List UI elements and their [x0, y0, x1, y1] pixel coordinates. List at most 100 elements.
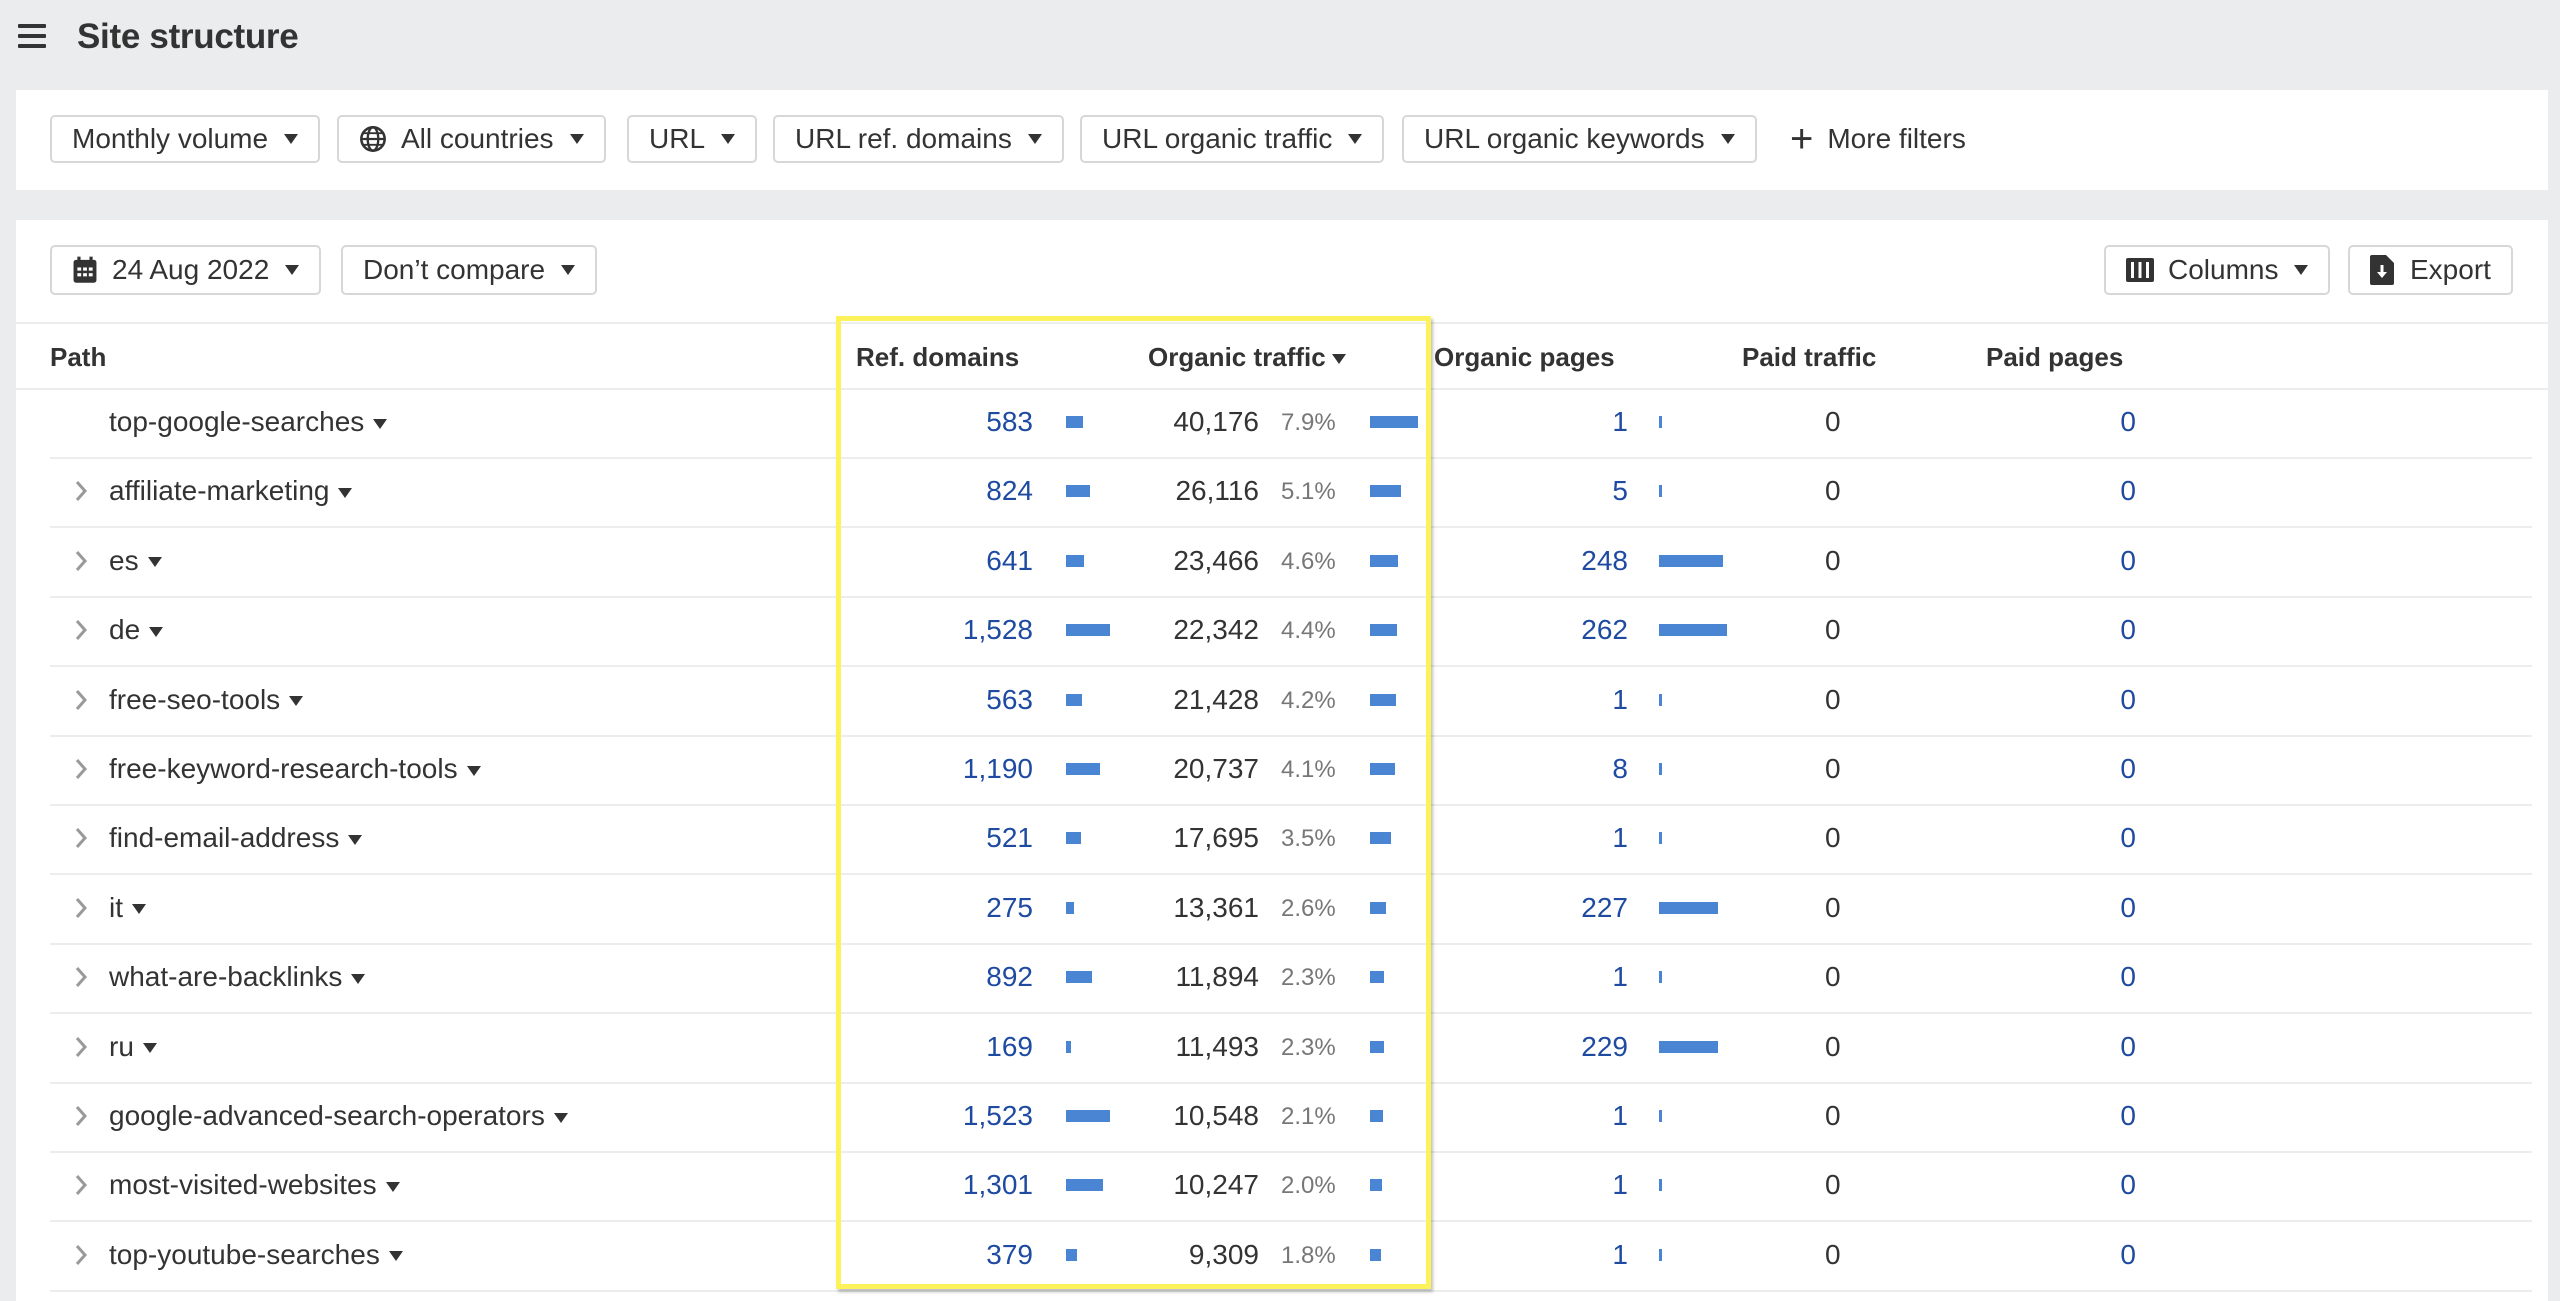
paid-pages-value[interactable]: 0: [2120, 1031, 2136, 1063]
chevron-right-icon[interactable]: [74, 1104, 88, 1128]
chevron-right-icon[interactable]: [74, 688, 88, 712]
organic-pages-value[interactable]: 5: [1612, 475, 1628, 507]
chevron-right-icon[interactable]: [74, 965, 88, 989]
path-link[interactable]: ru: [109, 1031, 157, 1063]
filter-all-countries[interactable]: All countries: [337, 115, 606, 163]
chevron-down-icon[interactable]: [142, 1043, 157, 1054]
filter-url-organic-keywords[interactable]: URL organic keywords: [1402, 115, 1757, 163]
ref-domains-value[interactable]: 1,301: [963, 1169, 1033, 1201]
chevron-down-icon[interactable]: [388, 1251, 403, 1262]
hamburger-menu-icon[interactable]: [18, 24, 46, 48]
paid-pages-value[interactable]: 0: [2120, 406, 2136, 438]
chevron-right-icon[interactable]: [74, 896, 88, 920]
organic-pages-value[interactable]: 8: [1612, 753, 1628, 785]
path-link[interactable]: google-advanced-search-operators: [109, 1100, 568, 1132]
ref-domains-value[interactable]: 583: [986, 406, 1033, 438]
path-link[interactable]: free-keyword-research-tools: [109, 753, 481, 785]
path-link[interactable]: affiliate-marketing: [109, 475, 353, 507]
path-link[interactable]: es: [109, 545, 162, 577]
organic-pages-value[interactable]: 1: [1612, 822, 1628, 854]
ref-domains-value[interactable]: 1,528: [963, 614, 1033, 646]
filter-url-ref-domains[interactable]: URL ref. domains: [773, 115, 1064, 163]
paid-pages-value[interactable]: 0: [2120, 753, 2136, 785]
column-header-organic-traffic[interactable]: Organic traffic: [1148, 342, 1346, 373]
ref-domains-value[interactable]: 563: [986, 684, 1033, 716]
export-button[interactable]: Export: [2348, 245, 2513, 295]
column-header-organic-pages[interactable]: Organic pages: [1434, 342, 1615, 373]
paid-pages-value[interactable]: 0: [2120, 1100, 2136, 1132]
columns-button[interactable]: Columns: [2104, 245, 2331, 295]
chevron-down-icon[interactable]: [338, 488, 353, 498]
column-header-paid-pages[interactable]: Paid pages: [1986, 342, 2123, 373]
ref-domains-value[interactable]: 521: [986, 822, 1033, 854]
ref-domains-bar: [1066, 554, 1084, 567]
organic-pages-value[interactable]: 1: [1612, 1169, 1628, 1201]
paid-pages-value[interactable]: 0: [2120, 892, 2136, 924]
organic-traffic-value: 11,894: [1175, 961, 1259, 993]
ref-domains-value[interactable]: 1,190: [963, 753, 1033, 785]
path-link[interactable]: top-google-searches: [109, 406, 388, 438]
ref-domains-bar: [1066, 832, 1081, 845]
path-link[interactable]: find-email-address: [109, 822, 363, 854]
path-link[interactable]: most-visited-websites: [109, 1169, 400, 1201]
chevron-down-icon[interactable]: [553, 1112, 568, 1123]
organic-pages-value[interactable]: 229: [1581, 1031, 1628, 1063]
path-link[interactable]: what-are-backlinks: [109, 961, 366, 993]
paid-pages-value[interactable]: 0: [2120, 545, 2136, 577]
organic-pages-value[interactable]: 248: [1581, 545, 1628, 577]
chevron-down-icon[interactable]: [132, 904, 146, 915]
path-link[interactable]: free-seo-tools: [109, 684, 304, 716]
chevron-down-icon[interactable]: [289, 696, 304, 707]
ref-domains-value[interactable]: 275: [986, 892, 1033, 924]
paid-pages-value[interactable]: 0: [2120, 475, 2136, 507]
filter-url[interactable]: URL: [627, 115, 758, 163]
organic-pages-value[interactable]: 1: [1612, 1100, 1628, 1132]
paid-pages-value[interactable]: 0: [2120, 822, 2136, 854]
organic-traffic-bar: [1370, 1248, 1381, 1261]
chevron-down-icon[interactable]: [385, 1182, 400, 1192]
ref-domains-value[interactable]: 169: [986, 1031, 1033, 1063]
column-header-ref-domains[interactable]: Ref. domains: [856, 342, 1019, 373]
chevron-down-icon[interactable]: [351, 973, 366, 984]
organic-pages-value[interactable]: 1: [1612, 961, 1628, 993]
date-picker-button[interactable]: 24 Aug 2022: [50, 245, 322, 295]
filter-url-organic-traffic[interactable]: URL organic traffic: [1080, 115, 1385, 163]
organic-pages-value[interactable]: 1: [1612, 684, 1628, 716]
chevron-down-icon[interactable]: [348, 835, 363, 845]
organic-pages-value[interactable]: 1: [1612, 406, 1628, 438]
chevron-down-icon[interactable]: [149, 626, 164, 637]
chevron-right-icon[interactable]: [74, 757, 88, 781]
chevron-down-icon[interactable]: [373, 418, 388, 429]
chevron-right-icon[interactable]: [74, 826, 88, 850]
more-filters-button[interactable]: + More filters: [1790, 115, 1966, 163]
paid-pages-value[interactable]: 0: [2120, 684, 2136, 716]
path-link[interactable]: it: [109, 892, 146, 924]
compare-dropdown[interactable]: Don’t compare: [341, 245, 598, 295]
ref-domains-value[interactable]: 892: [986, 961, 1033, 993]
chevron-down-icon[interactable]: [466, 765, 481, 776]
path-link[interactable]: de: [109, 614, 164, 646]
chevron-right-icon[interactable]: [74, 479, 88, 503]
paid-traffic-value: 0: [1825, 544, 1841, 576]
chevron-right-icon[interactable]: [74, 618, 88, 642]
chevron-right-icon[interactable]: [74, 1173, 88, 1197]
chevron-right-icon[interactable]: [74, 549, 88, 573]
ref-domains-value[interactable]: 1,523: [963, 1100, 1033, 1132]
path-link[interactable]: top-youtube-searches: [109, 1239, 403, 1271]
column-header-path[interactable]: Path: [50, 342, 106, 373]
ref-domains-value[interactable]: 824: [986, 475, 1033, 507]
column-header-paid-traffic[interactable]: Paid traffic: [1742, 342, 1876, 373]
paid-pages-value[interactable]: 0: [2120, 1239, 2136, 1271]
filter-monthly-volume[interactable]: Monthly volume: [50, 115, 321, 163]
ref-domains-value[interactable]: 641: [986, 545, 1033, 577]
organic-pages-value[interactable]: 262: [1581, 614, 1628, 646]
paid-pages-value[interactable]: 0: [2120, 1169, 2136, 1201]
chevron-right-icon[interactable]: [74, 1035, 88, 1059]
paid-pages-value[interactable]: 0: [2120, 614, 2136, 646]
chevron-down-icon[interactable]: [147, 557, 162, 568]
paid-pages-value[interactable]: 0: [2120, 961, 2136, 993]
ref-domains-value[interactable]: 379: [986, 1239, 1033, 1271]
organic-pages-value[interactable]: 227: [1581, 892, 1628, 924]
chevron-right-icon[interactable]: [74, 1243, 88, 1267]
organic-pages-value[interactable]: 1: [1612, 1239, 1628, 1271]
